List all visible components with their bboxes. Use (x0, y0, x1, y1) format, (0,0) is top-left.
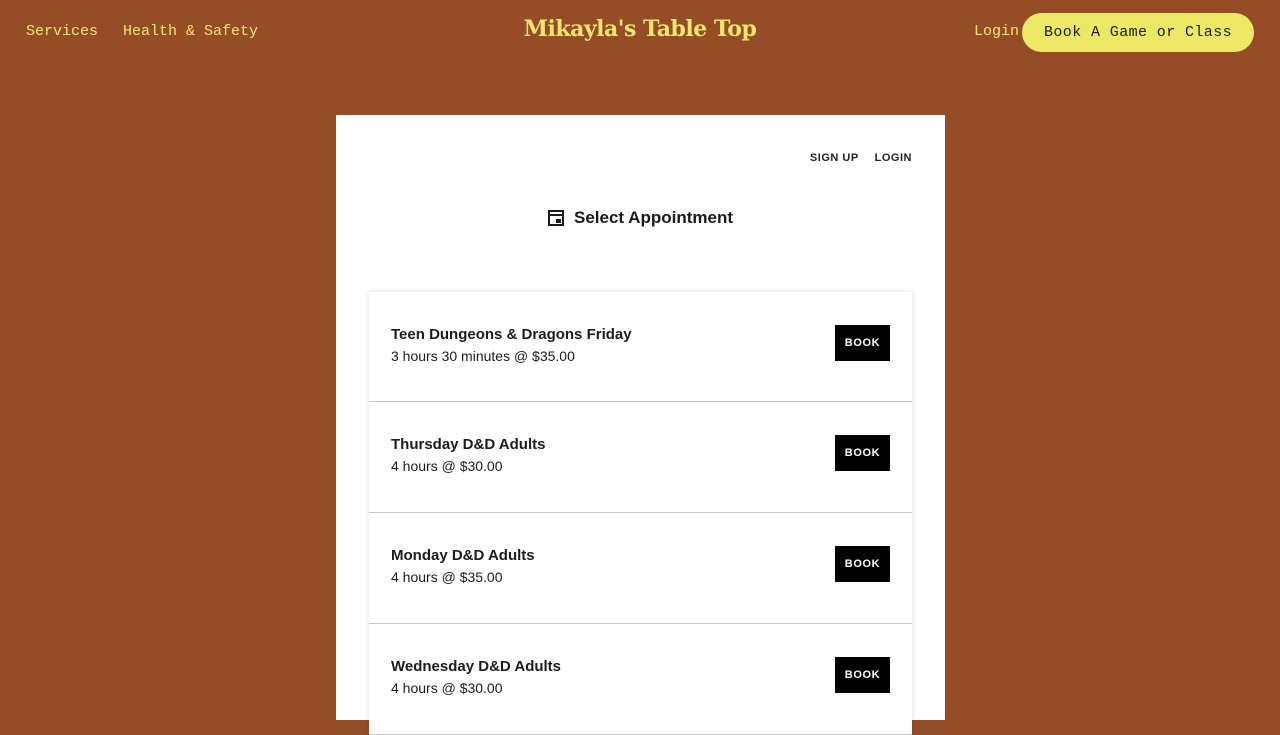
book-button[interactable]: BOOK (835, 657, 890, 693)
appointment-details: 3 hours 30 minutes @ $35.00 (391, 348, 575, 364)
appointment-row[interactable]: Thursday D&D Adults 4 hours @ $30.00 BOO… (369, 402, 912, 513)
book-game-or-class-button[interactable]: Book A Game or Class (1022, 13, 1254, 52)
scheduler-panel: SIGN UP LOGIN Select Appointment Teen Du… (336, 115, 945, 735)
auth-links: SIGN UP LOGIN (810, 152, 912, 164)
section-title: Select Appointment (336, 208, 945, 228)
appointment-row[interactable]: Wednesday D&D Adults 4 hours @ $30.00 BO… (369, 624, 912, 735)
appointment-row[interactable]: Monday D&D Adults 4 hours @ $35.00 BOOK (369, 513, 912, 624)
appointment-details: 4 hours @ $30.00 (391, 680, 503, 696)
appointment-name: Teen Dungeons & Dragons Friday (391, 326, 632, 343)
calendar-icon (548, 210, 564, 226)
appointment-name: Thursday D&D Adults (391, 436, 546, 453)
book-button[interactable]: BOOK (835, 435, 890, 471)
appointment-name: Monday D&D Adults (391, 547, 535, 564)
section-title-text: Select Appointment (574, 208, 733, 227)
sign-up-link[interactable]: SIGN UP (810, 152, 859, 164)
book-button[interactable]: BOOK (835, 325, 890, 361)
appointment-list: Teen Dungeons & Dragons Friday 3 hours 3… (369, 292, 912, 735)
scheduler-login-link[interactable]: LOGIN (875, 152, 912, 164)
site-header: Services Health & Safety Mikayla's Table… (0, 0, 1280, 66)
nav-login-link[interactable]: Login (974, 23, 1019, 40)
appointment-row[interactable]: Teen Dungeons & Dragons Friday 3 hours 3… (369, 292, 912, 402)
appointment-details: 4 hours @ $30.00 (391, 458, 503, 474)
appointment-name: Wednesday D&D Adults (391, 658, 562, 675)
appointment-details: 4 hours @ $35.00 (391, 569, 503, 585)
book-button[interactable]: BOOK (835, 546, 890, 582)
